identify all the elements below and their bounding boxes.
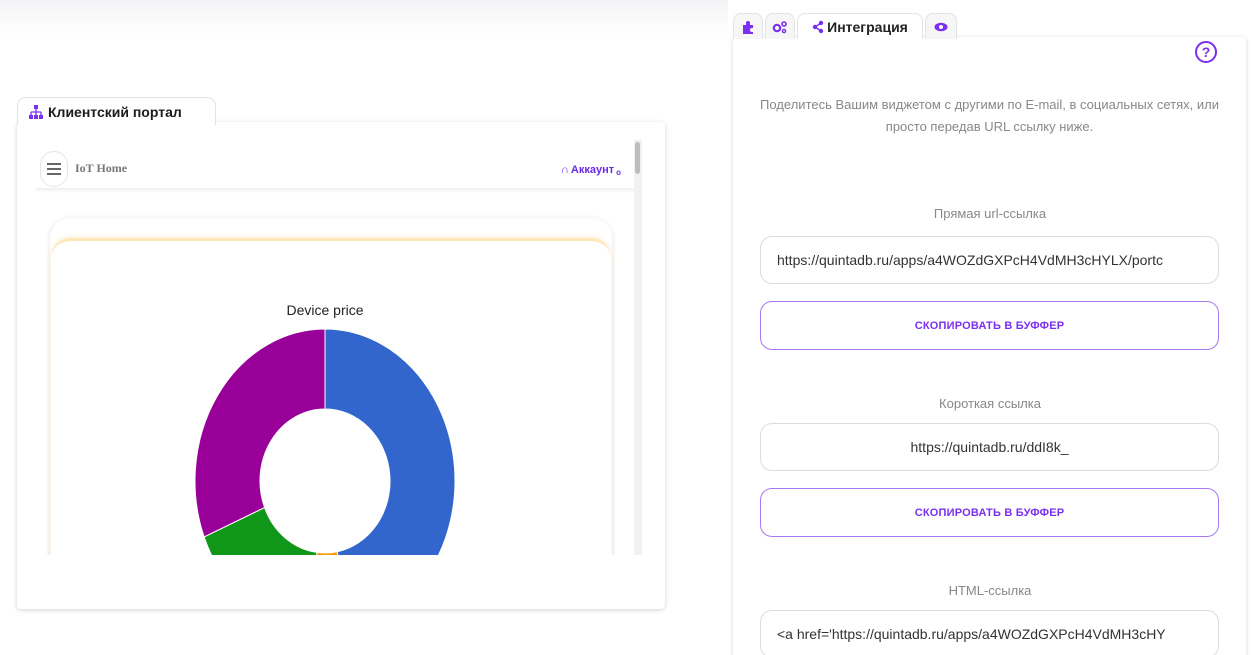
tab-widget-settings[interactable] xyxy=(733,13,763,39)
puzzle-icon xyxy=(743,20,753,34)
tab-label: Клиентский портал xyxy=(48,103,182,120)
preview-scrollbar[interactable] xyxy=(634,140,642,555)
tab-integration-label: Интеграция xyxy=(827,18,908,35)
portal-preview: IoT Home ∩ Аккаунт o Device price xyxy=(35,140,642,555)
direct-link-field[interactable]: https://quintadb.ru/apps/a4WOZdGXPcH4VdM… xyxy=(760,236,1219,284)
donut-chart xyxy=(194,328,456,555)
copy-direct-link-button[interactable]: СКОПИРОВАТЬ В БУФФЕР xyxy=(760,301,1219,350)
direct-link-label: Прямая url-ссылка xyxy=(933,206,1047,221)
help-icon[interactable]: ? xyxy=(1195,41,1217,63)
tab-client-portal[interactable]: Клиентский портал xyxy=(17,97,216,125)
sitemap-icon xyxy=(29,104,43,119)
html-link-label: HTML-ссылка xyxy=(948,583,1032,598)
top-bar xyxy=(0,0,728,38)
eye-icon xyxy=(934,22,948,31)
scrollbar-thumb[interactable] xyxy=(635,142,640,174)
short-link-label: Короткая ссылка xyxy=(939,396,1041,411)
html-link-field[interactable]: <a href='https://quintadb.ru/apps/a4WOZd… xyxy=(760,610,1219,655)
tab-integration[interactable]: Интеграция xyxy=(797,13,923,39)
tab-preview[interactable] xyxy=(925,13,957,39)
intro-text: Поделитесь Вашим виджетом с другими по E… xyxy=(760,97,1219,134)
copy-short-link-button[interactable]: СКОПИРОВАТЬ В БУФФЕР xyxy=(760,488,1219,537)
tab-advanced-settings[interactable] xyxy=(765,13,795,39)
donut-slice-4[interactable] xyxy=(194,328,326,538)
short-link-field[interactable]: https://quintadb.ru/ddI8k_ xyxy=(760,423,1219,471)
right-tabs: Интеграция xyxy=(733,13,957,39)
share-icon xyxy=(812,20,824,33)
gears-icon xyxy=(772,20,787,33)
donut-slice-1[interactable] xyxy=(324,328,456,555)
